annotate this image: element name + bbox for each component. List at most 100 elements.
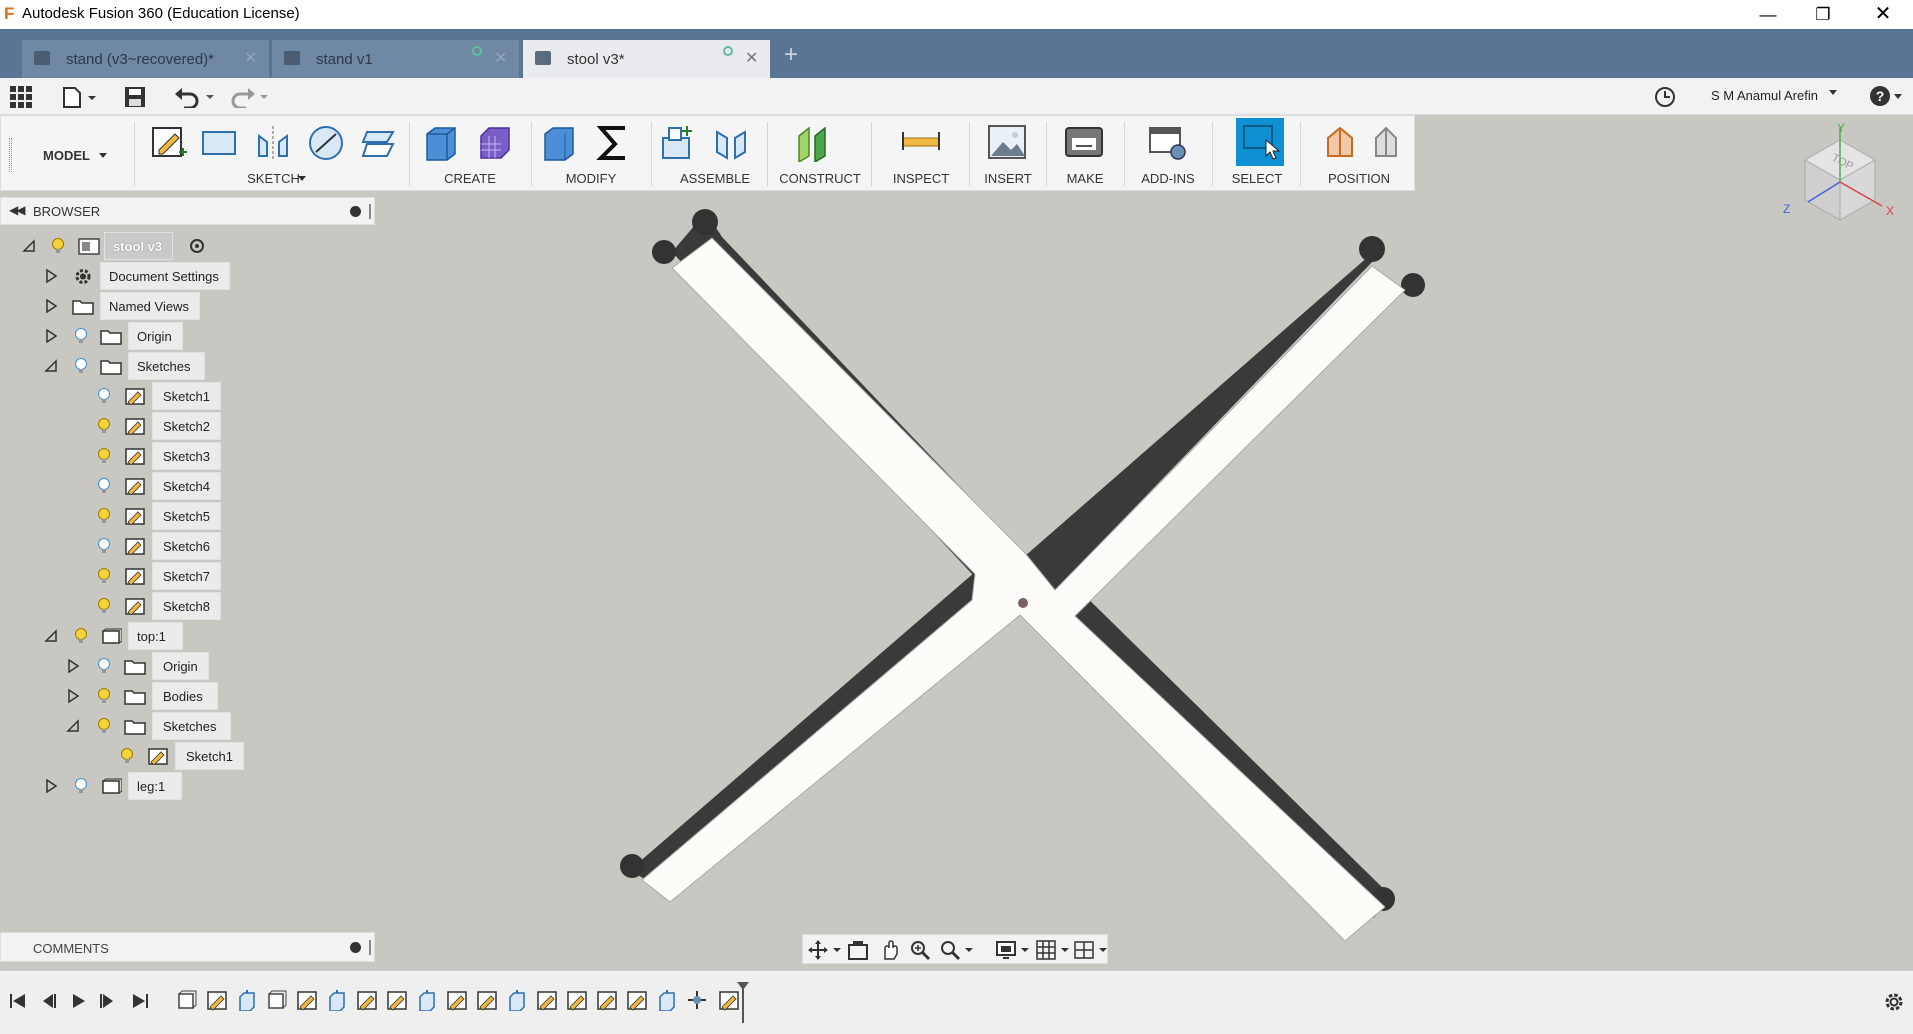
parameters-sigma-icon[interactable] [593, 122, 633, 162]
new-tab-button[interactable]: + [778, 42, 804, 68]
step-forward-icon[interactable] [98, 991, 118, 1011]
tree-label[interactable]: Named Views [100, 292, 200, 320]
insert-menu[interactable]: INSERT [973, 171, 1043, 186]
collapsed-triangle-icon[interactable] [44, 329, 58, 343]
measure-icon[interactable] [901, 122, 941, 162]
collapse-browser-icon[interactable]: ◀◀ [9, 203, 26, 217]
timeline-component-icon[interactable] [266, 989, 288, 1011]
tree-node-sketch4[interactable]: Sketch4 [0, 472, 375, 500]
timeline-sketch-icon[interactable] [536, 989, 558, 1011]
data-panel-grid-icon[interactable] [10, 86, 32, 108]
panel-grip[interactable] [369, 940, 371, 955]
assemble-menu[interactable]: ASSEMBLE [655, 171, 775, 186]
orbit-icon[interactable] [807, 939, 843, 961]
timeline-marker[interactable] [736, 981, 750, 1023]
undo-icon[interactable] [174, 86, 216, 108]
rectangle-icon[interactable] [199, 122, 239, 162]
timeline-sketch-icon[interactable] [206, 989, 228, 1011]
lightbulb-on-icon[interactable] [51, 237, 65, 255]
tree-node-sketch7[interactable]: Sketch7 [0, 562, 375, 590]
close-tab-icon[interactable]: ✕ [244, 48, 257, 68]
3d-print-icon[interactable] [1064, 122, 1104, 162]
tree-label[interactable]: Sketch3 [152, 442, 221, 470]
grid-snaps-icon[interactable] [1035, 939, 1071, 961]
tree-node-root[interactable]: stool v3 [0, 232, 375, 260]
collapsed-triangle-icon[interactable] [66, 689, 80, 703]
form-tspline-icon[interactable] [475, 122, 515, 162]
minus-circle-icon[interactable] [350, 206, 361, 217]
lightbulb-on-icon[interactable] [97, 417, 111, 435]
timeline-move-icon[interactable] [686, 989, 708, 1011]
zoom-icon[interactable] [909, 939, 931, 961]
timeline-sketch-icon[interactable] [356, 989, 378, 1011]
create-sketch-icon[interactable] [149, 122, 189, 162]
tab-stand-recovered[interactable]: stand (v3~recovered)* ✕ [22, 40, 269, 78]
lightbulb-on-icon[interactable] [97, 507, 111, 525]
tree-label[interactable]: Origin [152, 652, 209, 680]
job-status-clock-icon[interactable] [1654, 86, 1676, 108]
collapsed-triangle-icon[interactable] [44, 299, 58, 313]
capture-position-icon[interactable] [1320, 122, 1360, 162]
lightbulb-on-icon[interactable] [97, 597, 111, 615]
tree-label[interactable]: Sketches [128, 352, 206, 380]
project-include-icon[interactable] [359, 122, 399, 162]
expanded-triangle-icon[interactable] [44, 359, 58, 373]
close-tab-icon[interactable]: ✕ [494, 48, 507, 68]
lightbulb-off-icon[interactable] [97, 387, 111, 405]
step-back-icon[interactable] [38, 991, 58, 1011]
tree-label[interactable]: leg:1 [128, 772, 183, 800]
minimize-button[interactable]: — [1745, 0, 1791, 29]
close-window-button[interactable]: ✕ [1860, 0, 1906, 29]
tree-label[interactable]: Sketch7 [152, 562, 221, 590]
press-pull-icon[interactable] [539, 122, 579, 162]
tree-node-sketch8[interactable]: Sketch8 [0, 592, 375, 620]
help-icon[interactable]: ? [1870, 86, 1890, 106]
timeline-settings-gear-icon[interactable] [1883, 991, 1905, 1013]
revert-position-icon[interactable] [1366, 122, 1406, 162]
timeline-extrude-icon[interactable] [236, 989, 258, 1011]
x-stool-body[interactable] [620, 209, 1425, 942]
tree-node-sketch3[interactable]: Sketch3 [0, 442, 375, 470]
timeline-sketch-icon[interactable] [446, 989, 468, 1011]
tree-node-sketch2[interactable]: Sketch2 [0, 412, 375, 440]
restore-button[interactable]: ❐ [1800, 0, 1846, 29]
zoom-window-icon[interactable] [939, 939, 975, 961]
circle-icon[interactable] [306, 122, 346, 162]
expanded-triangle-icon[interactable] [44, 629, 58, 643]
select-menu[interactable]: SELECT [1216, 171, 1298, 186]
tree-node-named-views[interactable]: Named Views [0, 292, 375, 320]
tree-label[interactable]: Sketch6 [152, 532, 221, 560]
user-account-menu[interactable]: S M Anamul Arefin [1711, 88, 1818, 103]
tree-label[interactable]: Sketches [152, 712, 232, 740]
tree-node-top-component[interactable]: top:1 [0, 622, 375, 650]
tree-label[interactable]: Document Settings [100, 262, 230, 290]
tree-node-top-origin[interactable]: Origin [0, 652, 375, 680]
mirror-line-icon[interactable] [253, 122, 293, 162]
tree-node-sketch1[interactable]: Sketch1 [0, 382, 375, 410]
timeline-sketch-icon[interactable] [566, 989, 588, 1011]
timeline-extrude-icon[interactable] [506, 989, 528, 1011]
collapsed-triangle-icon[interactable] [44, 269, 58, 283]
expanded-triangle-icon[interactable] [66, 719, 80, 733]
timeline-sketch-icon[interactable] [476, 989, 498, 1011]
tree-label[interactable]: stool v3 [104, 232, 174, 260]
plus-circle-icon[interactable] [350, 942, 361, 953]
lightbulb-off-icon[interactable] [74, 357, 88, 375]
tree-node-bodies[interactable]: Bodies [0, 682, 375, 710]
make-menu[interactable]: MAKE [1050, 171, 1120, 186]
play-icon[interactable] [68, 991, 88, 1011]
ribbon-grip[interactable] [9, 138, 12, 172]
collapsed-triangle-icon[interactable] [66, 659, 80, 673]
viewports-icon[interactable] [1073, 939, 1109, 961]
tree-node-origin[interactable]: Origin [0, 322, 375, 350]
select-tool-button[interactable] [1236, 118, 1284, 166]
tree-label[interactable]: Sketch1 [152, 382, 221, 410]
lightbulb-off-icon[interactable] [97, 657, 111, 675]
timeline-sketch-icon[interactable] [596, 989, 618, 1011]
tree-node-sketch6[interactable]: Sketch6 [0, 532, 375, 560]
tree-label[interactable]: Sketch8 [152, 592, 221, 620]
lightbulb-off-icon[interactable] [97, 477, 111, 495]
file-menu-icon[interactable] [62, 85, 98, 109]
sketch-menu[interactable]: SKETCH [141, 171, 406, 186]
lightbulb-off-icon[interactable] [74, 777, 88, 795]
